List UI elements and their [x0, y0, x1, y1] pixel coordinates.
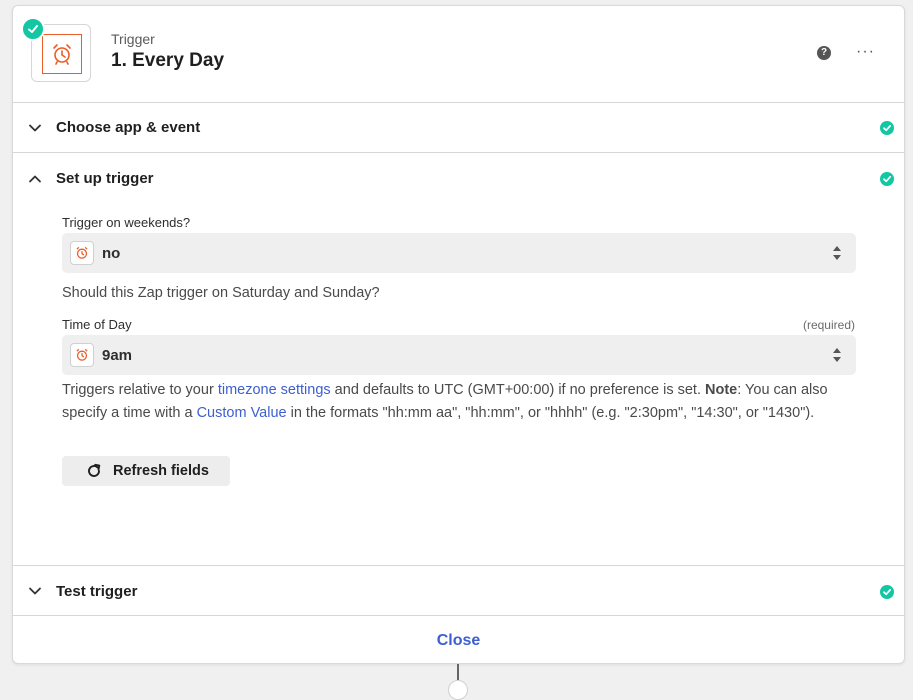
step-title[interactable]: 1. Every Day	[111, 50, 224, 72]
step-type-label: Trigger	[111, 31, 155, 47]
refresh-fields-label: Refresh fields	[113, 463, 209, 479]
chevron-down-icon	[29, 587, 41, 595]
section-set-up-trigger: Set up trigger Trigger on weekends? no S…	[13, 153, 904, 566]
step-connector-line	[457, 664, 459, 680]
trigger-step-panel: Trigger 1. Every Day ? ··· Choose app & …	[12, 5, 905, 664]
chevron-up-icon[interactable]	[28, 172, 42, 186]
time-of-day-help-text: Triggers relative to your timezone setti…	[62, 379, 852, 425]
required-label: (required)	[802, 318, 855, 332]
time-of-day-field-label: Time of Day	[62, 317, 132, 332]
weekends-select[interactable]: no	[62, 233, 856, 273]
refresh-fields-button[interactable]: Refresh fields	[62, 456, 230, 486]
help-text-part: Triggers relative to your	[62, 382, 218, 398]
refresh-icon	[88, 463, 101, 477]
close-button[interactable]: Close	[13, 632, 904, 650]
help-text-part: and defaults to UTC (GMT+00:00) if no pr…	[330, 382, 706, 398]
weekends-field-label: Trigger on weekends?	[62, 215, 191, 230]
select-arrows-icon	[833, 348, 841, 362]
custom-value-link[interactable]: Custom Value	[197, 405, 287, 421]
section-title: Test trigger	[56, 583, 138, 600]
step-header: Trigger 1. Every Day ? ···	[13, 6, 904, 103]
section-choose-app-event[interactable]: Choose app & event	[13, 102, 904, 153]
alarm-clock-icon	[42, 34, 82, 74]
more-options-icon[interactable]: ···	[856, 43, 875, 61]
help-text-part: in the formats "hh:mm aa", "hh:mm", or "…	[286, 405, 815, 421]
section-title[interactable]: Set up trigger	[56, 170, 154, 187]
section-title: Choose app & event	[56, 119, 201, 136]
alarm-clock-icon	[70, 241, 94, 265]
help-icon[interactable]: ?	[817, 46, 831, 60]
chevron-down-icon	[29, 124, 41, 132]
step-complete-check-icon	[21, 17, 45, 41]
select-arrows-icon	[833, 246, 841, 260]
alarm-clock-icon	[70, 343, 94, 367]
time-of-day-select-value: 9am	[102, 347, 133, 364]
weekends-help-text: Should this Zap trigger on Saturday and …	[62, 285, 380, 301]
note-label: Note	[705, 382, 738, 398]
time-of-day-select[interactable]: 9am	[62, 335, 856, 375]
section-complete-check-icon	[880, 585, 894, 599]
add-step-node[interactable]	[448, 680, 468, 700]
section-complete-check-icon	[880, 172, 894, 186]
section-test-trigger[interactable]: Test trigger	[13, 566, 904, 616]
timezone-settings-link[interactable]: timezone settings	[218, 382, 331, 398]
section-complete-check-icon	[880, 121, 894, 135]
weekends-select-value: no	[102, 245, 121, 262]
